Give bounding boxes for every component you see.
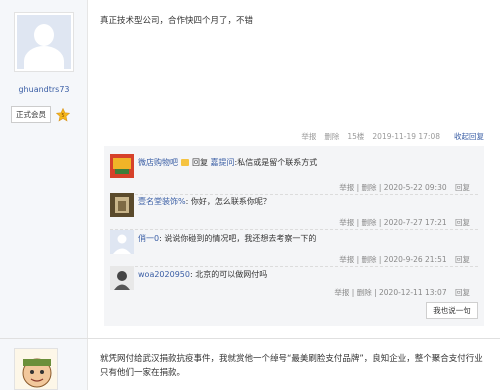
comment-text: 说说你碰到的情况吧，我还想去考察一下的 <box>164 234 317 243</box>
comment-list: 微店购物吧 回复 嘉提问:私信或是留个联系方式 举报 | 删除 | 2020-5-… <box>104 146 484 326</box>
comment-username[interactable]: 微店购物吧 <box>138 158 178 167</box>
comment-timestamp: 2020-12-11 13:07 <box>379 288 447 297</box>
member-badge: 正式会员 <box>11 106 51 123</box>
comment-reply-link[interactable]: 回复 <box>455 288 470 297</box>
star-level-icon: 5 <box>55 107 71 123</box>
comment-timestamp: 2020-5-22 09:30 <box>383 183 447 192</box>
divider <box>110 194 478 195</box>
delete-link[interactable]: 删除 <box>324 131 339 142</box>
collapse-reply-link[interactable]: 收起回复 <box>454 131 484 142</box>
username-link[interactable]: ghuandtrs73 <box>0 85 88 94</box>
report-link[interactable]: 举报 <box>339 183 354 192</box>
comment-reply-link[interactable]: 回复 <box>455 255 470 264</box>
comment-avatar[interactable] <box>110 266 134 290</box>
post-next: 就凭网付给武汉捐款抗疫事件，我就赏他一个绰号“最美刷脸支付品牌”，良知企业，整个… <box>0 339 500 390</box>
comment-text: 北京的可以做网付吗 <box>195 270 268 279</box>
delete-link[interactable]: 删除 <box>357 288 372 297</box>
comment-username[interactable]: 壹名堂装饰% <box>138 197 186 206</box>
comment-username[interactable]: 俏一0 <box>138 234 159 243</box>
say-something-button[interactable]: 我也说一句 <box>426 302 478 319</box>
comment-username[interactable]: woa2020950 <box>138 270 190 279</box>
comment-avatar[interactable] <box>110 193 134 217</box>
divider <box>110 266 478 267</box>
vip-icon <box>181 159 189 166</box>
comment-avatar[interactable] <box>110 154 134 178</box>
report-link[interactable]: 举报 <box>339 218 354 227</box>
divider <box>110 229 478 230</box>
delete-link[interactable]: 删除 <box>362 218 377 227</box>
comment-text: :私信或是留个联系方式 <box>234 158 318 167</box>
post-timestamp: 2019-11-19 17:08 <box>372 132 440 141</box>
post-content: 就凭网付给武汉捐款抗疫事件，我就赏他一个绰号“最美刷脸支付品牌”，良知企业，整个… <box>100 354 483 378</box>
user-sidebar: ghuandtrs73 正式会员 5 <box>0 0 88 338</box>
default-avatar-icon <box>17 15 71 69</box>
post-meta: 举报 删除 15楼 2019-11-19 17:08 收起回复 <box>301 131 484 142</box>
comment-reply-link[interactable]: 回复 <box>455 218 470 227</box>
avatar[interactable] <box>14 348 58 390</box>
delete-link[interactable]: 删除 <box>362 255 377 264</box>
report-link[interactable]: 举报 <box>339 255 354 264</box>
comment-reply-prefix: 回复 <box>192 158 208 167</box>
comment-text: 你好，怎么联系你呢？ <box>190 197 271 206</box>
report-link[interactable]: 举报 <box>334 288 349 297</box>
member-badge-row: 正式会员 5 <box>11 106 71 123</box>
user-sidebar <box>0 339 88 390</box>
floor-number: 15楼 <box>347 132 365 141</box>
svg-text:5: 5 <box>61 113 64 119</box>
comment-reply-link[interactable]: 回复 <box>455 183 470 192</box>
report-link[interactable]: 举报 <box>301 131 316 142</box>
comment-avatar[interactable] <box>110 230 134 254</box>
comment-timestamp: 2020-7-27 17:21 <box>383 218 447 227</box>
reply-to-username[interactable]: 嘉提问 <box>211 158 235 167</box>
delete-link[interactable]: 删除 <box>362 183 377 192</box>
post-floor-15: ghuandtrs73 正式会员 5 真正技术型公司，合作快四个月了，不错 举报… <box>0 0 500 338</box>
avatar[interactable] <box>14 12 74 72</box>
post-content: 真正技术型公司，合作快四个月了，不错 <box>100 16 254 26</box>
comment-timestamp: 2020-9-26 21:51 <box>383 255 447 264</box>
